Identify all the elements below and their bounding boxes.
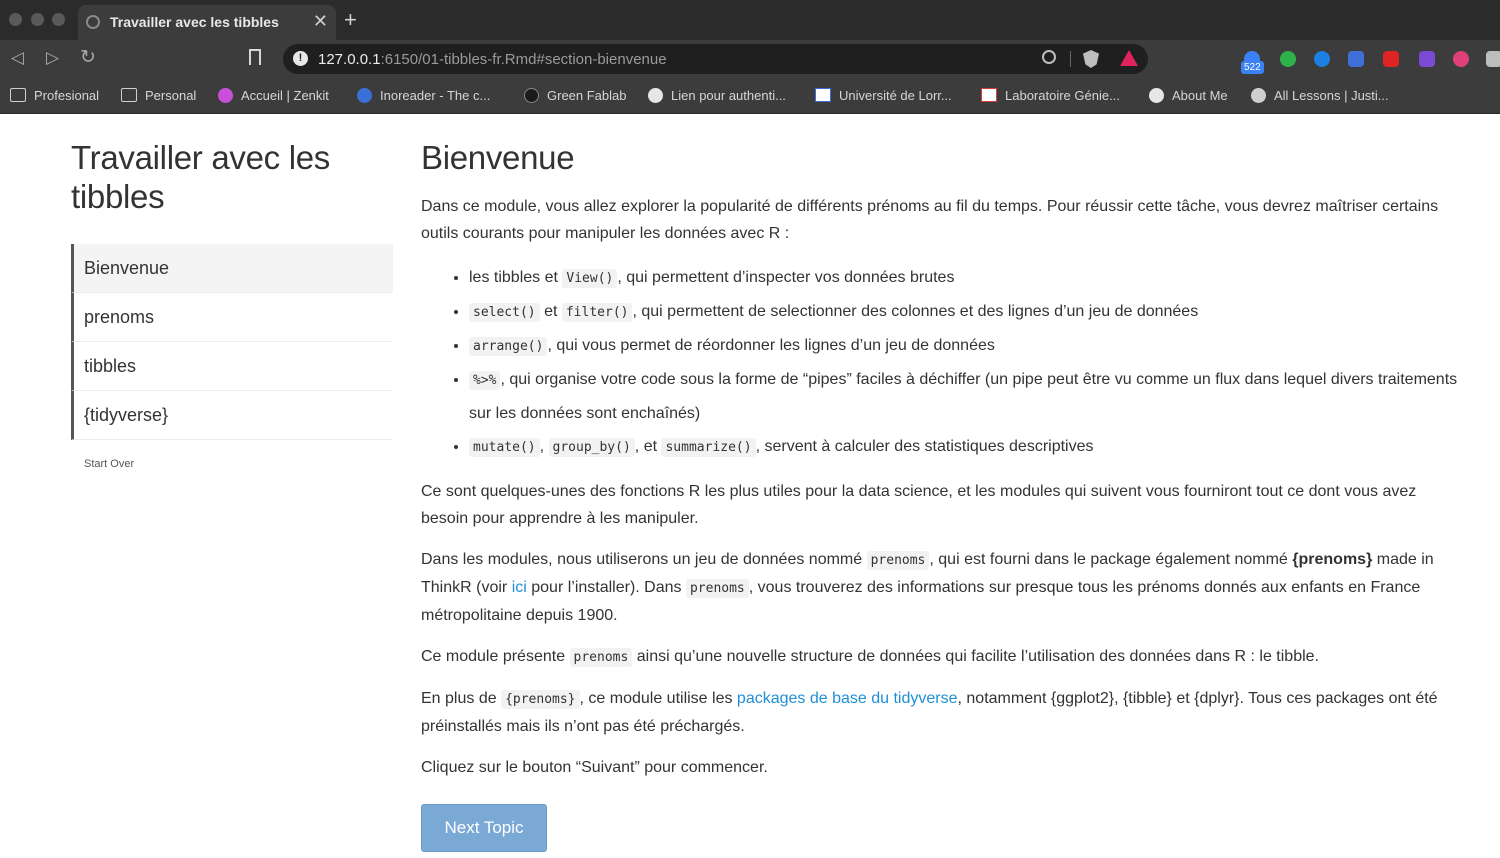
- ici-link[interactable]: ici: [512, 579, 527, 596]
- pen-extension-icon[interactable]: [1419, 51, 1435, 67]
- minimize-window-button[interactable]: [31, 13, 44, 26]
- list-item: les tibbles et View(), qui permettent d’…: [469, 261, 1466, 295]
- evernote-extension-icon[interactable]: [1280, 51, 1296, 67]
- zoom-icon[interactable]: [1042, 50, 1056, 64]
- mendeley-extension-icon[interactable]: [1383, 51, 1399, 67]
- chart-icon: [815, 88, 831, 102]
- browser-tab[interactable]: Travailler avec les tibbles ✕: [78, 5, 336, 40]
- bookmark-item[interactable]: Accueil | Zenkit: [218, 85, 329, 105]
- inline-code: mutate(): [469, 438, 540, 457]
- brave-shield-icon[interactable]: [1083, 50, 1099, 68]
- new-tab-button[interactable]: +: [344, 8, 357, 32]
- inline-code: prenoms: [685, 579, 749, 598]
- bookmark-item[interactable]: All Lessons | Justi...: [1251, 85, 1389, 105]
- paragraph: Ce sont quelques-unes des fonctions R le…: [421, 483, 1417, 527]
- globe-icon: [86, 15, 100, 29]
- list-item: %>%, qui organise votre code sous la for…: [469, 363, 1466, 430]
- list-item: mutate(), group_by(), et summarize(), se…: [469, 430, 1466, 464]
- site-title: Travailler avec les tibbles: [71, 139, 330, 215]
- inline-code: View(): [562, 269, 618, 288]
- close-window-button[interactable]: [9, 13, 22, 26]
- inline-code: group_by(): [548, 438, 635, 457]
- toc-item-prenoms[interactable]: prenoms: [71, 293, 393, 342]
- close-tab-icon[interactable]: ✕: [313, 11, 328, 31]
- bookmark-item[interactable]: Laboratoire Génie...: [981, 85, 1120, 105]
- paragraph: Ce module présente prenoms ainsi qu’une …: [421, 648, 1319, 667]
- bookmark-item[interactable]: About Me: [1149, 85, 1228, 105]
- lab-icon: [981, 88, 997, 102]
- lessons-icon: [1251, 87, 1266, 103]
- inline-code: filter(): [561, 303, 633, 322]
- inline-code: arrange(): [469, 337, 548, 356]
- inline-code: %>%: [469, 371, 501, 390]
- table-of-contents: Bienvenue prenoms tibbles {tidyverse}: [71, 244, 393, 440]
- clock-extension-icon[interactable]: [1314, 51, 1330, 67]
- paragraph: Dans les modules, nous utiliserons un je…: [421, 551, 1434, 624]
- inline-code: prenoms: [569, 648, 633, 667]
- globe-icon: [648, 87, 663, 103]
- browser-titlebar: Travailler avec les tibbles ✕ +: [0, 0, 1500, 40]
- bold-text: {prenoms}: [1292, 551, 1373, 568]
- bookmark-item[interactable]: Université de Lorr...: [815, 85, 952, 105]
- paragraph: Cliquez sur le bouton “Suivant” pour com…: [421, 759, 768, 776]
- paragraph: En plus de {prenoms}, ce module utilise …: [421, 690, 1438, 735]
- bookmark-icon[interactable]: [249, 49, 261, 65]
- inline-code: select(): [469, 303, 540, 322]
- intro-paragraph: Dans ce module, vous allez explorer la p…: [421, 198, 1439, 242]
- bookmark-item[interactable]: Personal: [121, 85, 196, 105]
- browser-navbar: ◁ ▷ ↻ ! 127.0.0.1:6150/01-tibbles-fr.Rmd…: [0, 40, 1500, 78]
- maximize-window-button[interactable]: [52, 13, 65, 26]
- section-heading: Bienvenue: [421, 139, 575, 176]
- folder-icon: [10, 88, 26, 102]
- inline-code: summarize(): [661, 438, 756, 457]
- toc-item-tibbles[interactable]: tibbles: [71, 342, 393, 391]
- tab-title: Travailler avec les tibbles: [110, 14, 279, 30]
- start-over-link[interactable]: Start Over: [84, 458, 393, 470]
- url-text[interactable]: 127.0.0.1:6150/01-tibbles-fr.Rmd#section…: [318, 51, 667, 68]
- fablab-icon: [524, 87, 539, 103]
- divider: [1070, 51, 1071, 67]
- record-extension-icon[interactable]: [1453, 51, 1469, 67]
- main-content: Bienvenue Dans ce module, vous allez exp…: [421, 138, 1466, 852]
- inoreader-icon: [357, 87, 372, 103]
- bookmarks-bar: Profesional Personal Accueil | Zenkit In…: [0, 78, 1500, 114]
- info-icon[interactable]: !: [293, 51, 308, 66]
- inline-code: prenoms: [866, 551, 930, 570]
- sidebar: Travailler avec les tibbles Bienvenue pr…: [71, 138, 393, 470]
- list-item: arrange(), qui vous permet de réordonner…: [469, 329, 1466, 363]
- reload-icon[interactable]: ↻: [80, 48, 96, 68]
- bookmark-item[interactable]: Green Fablab: [524, 85, 627, 105]
- forward-icon[interactable]: ▷: [46, 48, 59, 68]
- inline-code: {prenoms}: [501, 690, 580, 709]
- back-icon[interactable]: ◁: [11, 48, 24, 68]
- bookmark-item[interactable]: Inoreader - The c...: [357, 85, 490, 105]
- bookmark-item[interactable]: Profesional: [10, 85, 99, 105]
- function-list: les tibbles et View(), qui permettent d’…: [469, 261, 1466, 464]
- bookmark-item[interactable]: Lien pour authenti...: [648, 85, 786, 105]
- graduation-extension-icon[interactable]: [1348, 51, 1364, 67]
- toc-item-tidyverse[interactable]: {tidyverse}: [71, 391, 393, 440]
- toc-item-bienvenue[interactable]: Bienvenue: [71, 244, 393, 293]
- brave-rewards-icon[interactable]: [1120, 50, 1138, 66]
- zenkit-icon: [218, 87, 233, 103]
- globe-icon: [1149, 87, 1164, 103]
- list-item: select() et filter(), qui permettent de …: [469, 295, 1466, 329]
- tidyverse-packages-link[interactable]: packages de base du tidyverse: [737, 690, 958, 707]
- extension-badge: 522: [1241, 61, 1264, 74]
- next-topic-button[interactable]: Next Topic: [421, 804, 547, 852]
- puzzle-extension-icon[interactable]: [1486, 51, 1500, 67]
- address-bar[interactable]: ! 127.0.0.1:6150/01-tibbles-fr.Rmd#secti…: [283, 44, 1148, 74]
- folder-icon: [121, 88, 137, 102]
